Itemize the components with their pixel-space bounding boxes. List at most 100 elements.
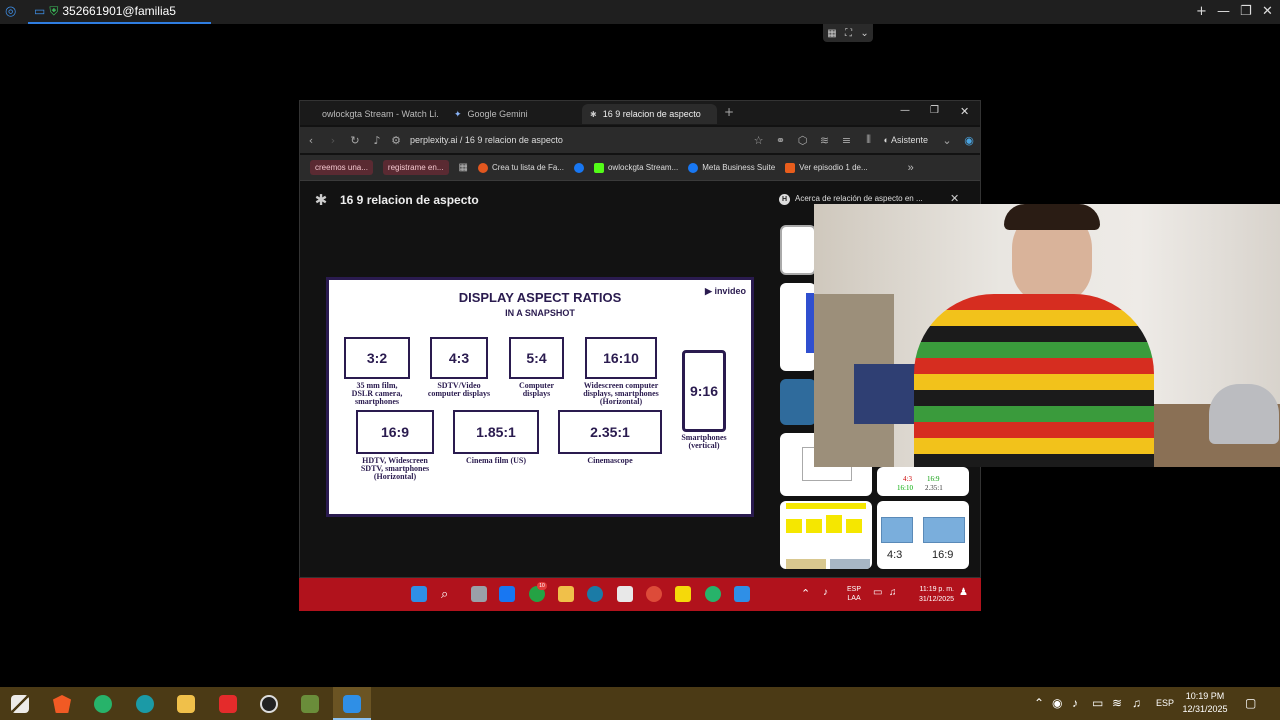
reload-icon[interactable]: ↻ xyxy=(344,134,366,147)
file-explorer-icon[interactable] xyxy=(558,586,574,602)
browser-icon[interactable] xyxy=(136,695,154,713)
image-thumbnail[interactable] xyxy=(780,501,872,569)
image-thumbnail[interactable]: 4:3 16:9 xyxy=(877,501,969,569)
image-thumbnail[interactable] xyxy=(780,225,816,275)
image-thumbnail[interactable] xyxy=(780,379,816,425)
perplexity-icon: ✱ xyxy=(590,109,597,119)
perplexity-logo-icon[interactable]: ✱ xyxy=(312,191,330,209)
volume-icon[interactable]: ♫ xyxy=(889,587,897,598)
clock[interactable]: 10:19 PM 12/31/2025 xyxy=(1180,690,1230,716)
new-tab-button[interactable]: + xyxy=(724,105,734,119)
sync-app-icon[interactable] xyxy=(705,586,721,602)
ratio-phone: 9:16 xyxy=(682,350,726,432)
search-icon[interactable]: ⌕ xyxy=(441,586,457,602)
bookmark-label: owlockgta Stream... xyxy=(607,163,679,172)
game-app-icon[interactable] xyxy=(301,695,319,713)
windows-start-icon[interactable] xyxy=(11,695,29,713)
url-bar[interactable]: perplexity.ai / 16 9 relacion de aspecto xyxy=(410,135,748,145)
image-thumbnail[interactable]: 4:3 16:9 16:10 2.35:1 xyxy=(877,467,969,496)
network-icon[interactable]: ▭ xyxy=(873,587,882,598)
chevron-down-icon[interactable]: ⌄ xyxy=(860,28,868,39)
remote-app-icon[interactable] xyxy=(734,586,750,602)
mic-icon[interactable]: ♪ xyxy=(1072,696,1078,710)
menu-icon[interactable]: ≡ xyxy=(836,134,858,147)
grid-icon[interactable]: ▦ xyxy=(827,28,836,39)
facebook-icon[interactable] xyxy=(499,586,515,602)
fullscreen-icon[interactable]: ⛶ xyxy=(845,28,852,39)
remote-app-icon[interactable]: ◎ xyxy=(5,4,16,19)
bookmark-label: Meta Business Suite xyxy=(702,163,776,172)
new-session-button[interactable]: + xyxy=(1196,4,1207,19)
forward-icon[interactable]: › xyxy=(322,134,344,147)
more-bookmarks-icon[interactable]: » xyxy=(908,162,914,174)
audio-icon[interactable]: ⦀ xyxy=(858,133,880,147)
bookmark-item[interactable] xyxy=(573,162,584,173)
bell-icon[interactable]: ♟ xyxy=(959,587,968,598)
host-taskbar: ⌃ ◉ ♪ ▭ ≋ ♫ ESP 10:19 PM 12/31/2025 ▢ xyxy=(0,687,1280,720)
monitor-icon: ▭ xyxy=(34,4,46,18)
chevron-down-icon[interactable]: ⌄ xyxy=(936,134,958,147)
bookmark-item[interactable]: owlockgta Stream... xyxy=(593,162,679,173)
thumbnail-text: 2.35:1 xyxy=(925,484,943,492)
browser-close-button[interactable]: ✕ xyxy=(960,105,969,118)
tab-label: owlockgta Stream - Watch Li... xyxy=(322,109,438,119)
tab-perplexity[interactable]: ✱ 16 9 relacion de aspecto xyxy=(582,104,717,124)
remote-session-tab[interactable]: ▭ ⛨ 352661901@familia5 xyxy=(28,0,211,24)
browser-maximize-button[interactable]: ❐ xyxy=(930,105,939,116)
remote-app-icon[interactable] xyxy=(343,695,361,713)
obs-icon[interactable] xyxy=(260,695,278,713)
bookmark-item[interactable]: Meta Business Suite xyxy=(688,162,776,173)
notification-icon[interactable]: ▢ xyxy=(1245,696,1256,710)
slide-subtitle: IN A SNAPSHOT xyxy=(505,308,575,318)
file-explorer-icon[interactable] xyxy=(177,695,195,713)
store-icon[interactable] xyxy=(617,586,633,602)
language-indicator[interactable]: ESP LAA xyxy=(847,585,861,603)
battery-icon[interactable]: ▭ xyxy=(1092,696,1103,710)
bookmark-favicon-icon xyxy=(785,162,796,173)
mic-icon[interactable]: ♪ xyxy=(366,134,388,147)
mic-icon[interactable]: ♪ xyxy=(823,587,828,598)
link-icon[interactable]: ⚭ xyxy=(770,134,792,147)
sync-app-icon[interactable] xyxy=(94,695,112,713)
maximize-button[interactable]: ❐ xyxy=(1240,4,1252,19)
site-info-icon[interactable]: ⚙ xyxy=(388,134,404,147)
task-view-icon[interactable] xyxy=(471,586,487,602)
aspect-ratio-slide[interactable]: ▶ invideo DISPLAY ASPECT RATIOS IN A SNA… xyxy=(326,277,754,517)
assistant-button[interactable]: ◐ Asistente xyxy=(884,135,928,145)
image-thumbnail[interactable] xyxy=(780,283,816,371)
ratio-caption: HDTV, Widescreen SDTV, smartphones (Hori… xyxy=(360,456,430,481)
browser-minimize-button[interactable]: — xyxy=(900,105,910,116)
tab-gemini[interactable]: ✦ Google Gemini xyxy=(446,104,576,124)
thumbnail-text: 16:9 xyxy=(927,475,940,483)
sticky-notes-icon[interactable] xyxy=(675,586,691,602)
bookmark-pill[interactable]: creemos una... xyxy=(310,160,373,175)
minimize-button[interactable]: — xyxy=(1217,4,1230,19)
windows-start-icon[interactable] xyxy=(411,586,427,602)
bookmark-item[interactable]: Crea tu lista de Fa... xyxy=(477,162,564,173)
volume-icon[interactable]: ♫ xyxy=(1132,696,1141,710)
language-label[interactable]: ESP xyxy=(1156,698,1174,708)
chrome-icon[interactable] xyxy=(646,586,662,602)
bookmark-pill[interactable]: registrame en... xyxy=(382,160,449,175)
obs-tray-icon[interactable]: ◉ xyxy=(1052,696,1062,710)
chevron-up-icon[interactable]: ⌃ xyxy=(801,587,810,600)
profile-icon[interactable]: ◉ xyxy=(958,134,980,147)
clock[interactable]: 11:19 p. m. 31/12/2025 xyxy=(904,585,954,605)
side-panel-title[interactable]: Acerca de relación de aspecto en ... xyxy=(795,194,965,203)
browser-icon[interactable] xyxy=(587,586,603,602)
wifi-icon[interactable]: ≋ xyxy=(1112,696,1122,710)
brave-icon[interactable] xyxy=(53,695,71,713)
tab-owlockgta[interactable]: owlockgta Stream - Watch Li... xyxy=(308,104,438,124)
back-icon[interactable]: ‹ xyxy=(300,134,322,147)
pdf-reader-icon[interactable] xyxy=(219,695,237,713)
bookmark-item[interactable]: Ver episodio 1 de... xyxy=(785,162,868,173)
apps-icon[interactable]: ▦ xyxy=(459,162,468,173)
star-icon[interactable]: ☆ xyxy=(748,134,770,147)
close-button[interactable]: ✕ xyxy=(1262,4,1273,19)
chevron-up-icon[interactable]: ⌃ xyxy=(1034,696,1044,710)
ratio-caption: Computer displays xyxy=(518,381,555,398)
ratio-caption: Widescreen computer displays, smartphone… xyxy=(583,381,659,406)
extension-icon[interactable]: ⬡ xyxy=(792,134,814,147)
ratio-4-3-graphic xyxy=(881,517,913,543)
reader-icon[interactable]: ≋ xyxy=(814,134,836,147)
